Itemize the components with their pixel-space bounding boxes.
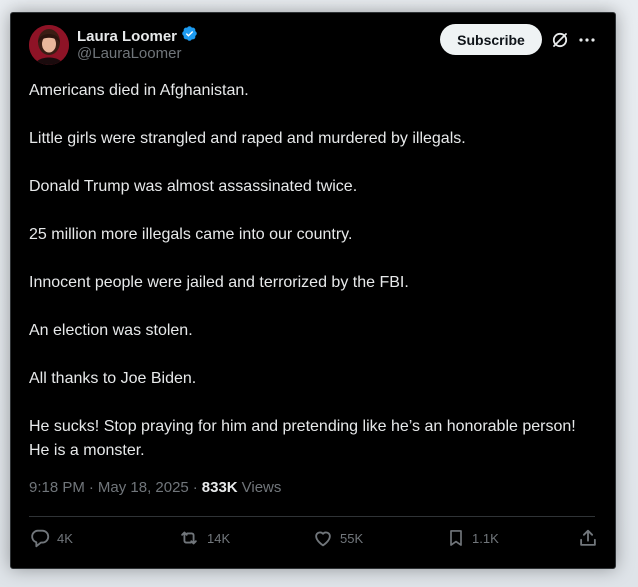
tweet-paragraph: All thanks to Joe Biden. (29, 370, 197, 387)
like-count: 55K (340, 530, 364, 546)
tweet-paragraph: Innocent people were jailed and terroriz… (29, 274, 409, 291)
more-options-icon[interactable] (577, 30, 597, 50)
tweet-card: Laura Loomer @LauraLoomer Subscribe Amer… (10, 12, 616, 569)
divider (29, 516, 595, 517)
bookmark-button[interactable]: 1.1K (446, 527, 499, 549)
tweet-metadata: 9:18 PM · May 18, 2025 · 833K Views (29, 479, 281, 496)
repost-button[interactable]: 14K (177, 527, 230, 549)
repost-count: 14K (207, 530, 231, 546)
author-name-row: Laura Loomer (77, 25, 198, 47)
tweet-paragraph: Americans died in Afghanistan. (29, 82, 249, 99)
tweet-paragraph: Donald Trump was almost assassinated twi… (29, 178, 358, 195)
repost-icon (177, 527, 201, 549)
views-count: 833K (201, 479, 238, 496)
tweet-date[interactable]: May 18, 2025 (98, 479, 189, 496)
reply-icon (29, 527, 51, 549)
bookmark-icon (446, 527, 466, 549)
reply-button[interactable]: 4K (29, 527, 73, 549)
tweet-text: Americans died in Afghanistan. Little gi… (29, 79, 589, 487)
action-bar: 4K 14K 55K 1.1K (29, 527, 596, 553)
like-button[interactable]: 55K (312, 527, 363, 549)
share-button[interactable] (577, 527, 599, 549)
verified-badge-icon (181, 25, 198, 47)
meta-separator: · (88, 479, 94, 496)
author-name[interactable]: Laura Loomer (77, 28, 177, 45)
bookmark-count: 1.1K (472, 530, 499, 546)
share-icon (577, 527, 599, 549)
author-handle[interactable]: @LauraLoomer (77, 45, 181, 62)
avatar[interactable] (29, 25, 69, 65)
tweet-time[interactable]: 9:18 PM (29, 479, 85, 496)
heart-icon (312, 527, 334, 549)
tweet-paragraph: Little girls were strangled and raped an… (29, 130, 466, 147)
reply-count: 4K (57, 530, 73, 546)
subscribe-button[interactable]: Subscribe (440, 24, 542, 55)
grok-icon[interactable] (550, 30, 570, 50)
tweet-paragraph: He sucks! Stop praying for him and prete… (29, 418, 576, 459)
screenshot-frame: Laura Loomer @LauraLoomer Subscribe Amer… (0, 0, 638, 587)
tweet-paragraph: 25 million more illegals came into our c… (29, 226, 353, 243)
tweet-paragraph: An election was stolen. (29, 322, 193, 339)
meta-separator: · (192, 479, 198, 496)
views-label: Views (241, 479, 282, 496)
